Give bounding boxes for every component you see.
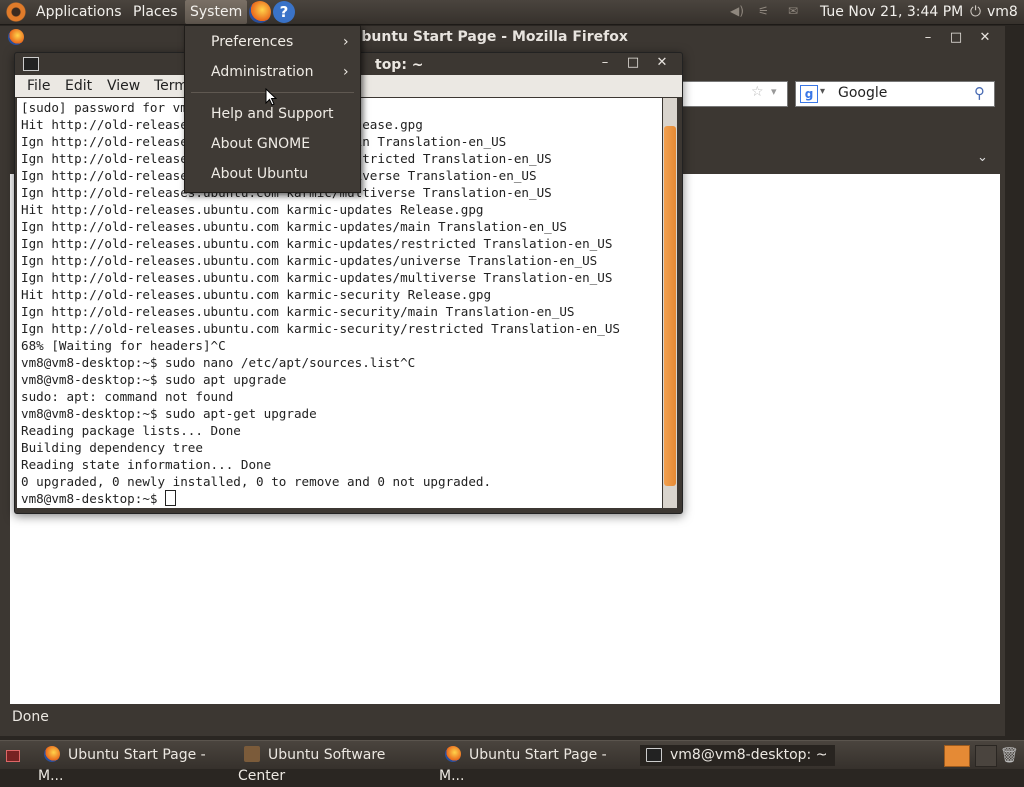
terminal-close-icon[interactable]: ✕	[652, 53, 672, 73]
terminal-line: 68% [Waiting for headers]^C	[21, 338, 226, 353]
taskbar-item-firefox-2[interactable]: Ubuntu Start Page - M...	[439, 745, 634, 784]
software-center-icon	[244, 746, 260, 762]
taskbar-item-terminal[interactable]: vm8@vm8-desktop: ~	[640, 745, 835, 766]
firefox-launcher-icon[interactable]	[249, 1, 271, 23]
terminal-line: Ign http://old-releases.ubuntu.com karmi…	[21, 236, 613, 251]
terminal-minimize-icon[interactable]: –	[595, 53, 615, 73]
terminal-maximize-icon[interactable]: □	[623, 53, 643, 73]
terminal-line: sudo: apt: command not found	[21, 389, 234, 404]
google-engine-icon[interactable]: g	[800, 85, 818, 103]
text-cursor	[165, 490, 177, 506]
bottom-panel: Ubuntu Start Page - M... Ubuntu Software…	[0, 740, 1024, 784]
menu-item-about-ubuntu[interactable]: About Ubuntu	[211, 166, 308, 182]
terminal-line: Ign http://old-releases.ubuntu.com karmi…	[21, 270, 613, 285]
help-launcher-icon[interactable]: ?	[273, 1, 295, 23]
terminal-line: Ign http://old-releases.ubuntu.com karmi…	[21, 321, 620, 336]
menu-item-about-gnome[interactable]: About GNOME	[211, 136, 310, 152]
bookmark-star-icon[interactable]: ☆	[751, 84, 764, 100]
status-text: Done	[12, 709, 49, 725]
submenu-arrow-icon: ›	[343, 64, 349, 80]
submenu-arrow-icon: ›	[343, 34, 349, 50]
terminal-line: Ign http://old-releases.ubuntu.com karmi…	[21, 253, 598, 268]
mouse-pointer-icon	[265, 88, 277, 106]
dropdown-icon[interactable]: ▾	[771, 85, 777, 98]
mail-icon[interactable]: ✉	[788, 4, 798, 18]
search-input[interactable]: Google	[838, 85, 887, 101]
close-icon[interactable]: ✕	[975, 28, 995, 48]
user-name[interactable]: vm8	[987, 0, 1018, 24]
firefox-titlebar[interactable]: Ubuntu Start Page - Mozilla Firefox – □ …	[0, 26, 1005, 50]
terminal-icon	[646, 748, 662, 762]
taskbar-label: Ubuntu Software Center	[238, 747, 386, 784]
terminal-line: Reading package lists... Done	[21, 423, 241, 438]
terminal-menu-file[interactable]: File	[27, 78, 50, 94]
show-desktop-icon[interactable]	[6, 750, 20, 762]
firefox-title: Ubuntu Start Page - Mozilla Firefox	[350, 29, 628, 45]
terminal-scroll-thumb[interactable]	[664, 126, 676, 486]
minimize-icon[interactable]: –	[918, 28, 938, 48]
engine-dropdown-icon[interactable]: ▾	[820, 86, 825, 97]
taskbar-label: Ubuntu Start Page - M...	[38, 747, 206, 784]
menu-item-administration[interactable]: Administration	[211, 64, 313, 80]
workspace-2[interactable]	[975, 745, 997, 767]
taskbar-item-firefox-1[interactable]: Ubuntu Start Page - M...	[38, 745, 233, 784]
taskbar-label: Ubuntu Start Page - M...	[439, 747, 607, 784]
terminal-scrollbar[interactable]	[663, 98, 677, 508]
menu-applications[interactable]: Applications	[36, 0, 122, 24]
terminal-prompt: vm8@vm8-desktop:~$	[21, 491, 166, 506]
terminal-line: Ign http://old-releases.ubuntu.com karmi…	[21, 304, 575, 319]
maximize-icon[interactable]: □	[946, 28, 966, 48]
terminal-prompt-line[interactable]: vm8@vm8-desktop:~$	[21, 490, 177, 507]
search-box[interactable]: g ▾ Google ⚲	[795, 81, 995, 107]
search-icon[interactable]: ⚲	[974, 84, 985, 102]
clock[interactable]: Tue Nov 21, 3:44 PM	[820, 0, 963, 24]
terminal-title: top: ~	[375, 57, 424, 73]
terminal-line: vm8@vm8-desktop:~$ sudo nano /etc/apt/so…	[21, 355, 416, 370]
menu-item-preferences[interactable]: Preferences	[211, 34, 293, 50]
network-icon[interactable]: ⚟	[758, 4, 769, 18]
terminal-menu-edit[interactable]: Edit	[65, 78, 92, 94]
terminal-line: Ign http://old-releases.ubuntu.com karmi…	[21, 219, 567, 234]
volume-icon[interactable]: ◀)	[730, 4, 744, 18]
power-icon[interactable]: ⏻	[970, 0, 981, 24]
terminal-line: Hit http://old-releases.ubuntu.com karmi…	[21, 202, 484, 217]
workspace-switcher[interactable]	[944, 745, 970, 767]
top-panel: Applications Places System ? ◀) ⚟ ✉ Tue …	[0, 0, 1024, 25]
terminal-line: Building dependency tree	[21, 440, 203, 455]
menu-places[interactable]: Places	[133, 0, 178, 24]
url-bar[interactable]: ☆ ▾	[678, 81, 788, 107]
menu-item-help[interactable]: Help and Support	[211, 106, 334, 122]
terminal-line: Reading state information... Done	[21, 457, 272, 472]
terminal-line: [sudo] password for vm8:	[21, 100, 203, 115]
menu-system[interactable]: System	[185, 0, 248, 24]
firefox-icon	[8, 29, 24, 45]
trash-icon[interactable]: 🗑	[1000, 746, 1019, 764]
terminal-line: 0 upgraded, 0 newly installed, 0 to remo…	[21, 474, 492, 489]
tab-list-icon[interactable]: ⌄	[977, 150, 988, 165]
system-menu: Preferences › Administration › Help and …	[184, 25, 361, 193]
terminal-line: Hit http://old-releases.ubuntu.com karmi…	[21, 287, 492, 302]
firefox-icon	[44, 746, 60, 762]
terminal-line: vm8@vm8-desktop:~$ sudo apt-get upgrade	[21, 406, 317, 421]
taskbar-label: vm8@vm8-desktop: ~	[670, 747, 828, 763]
terminal-menu-view[interactable]: View	[107, 78, 140, 94]
firefox-icon	[445, 746, 461, 762]
taskbar-item-software-center[interactable]: Ubuntu Software Center	[238, 745, 433, 784]
terminal-icon	[23, 57, 39, 71]
terminal-line: vm8@vm8-desktop:~$ sudo apt upgrade	[21, 372, 287, 387]
ubuntu-logo-icon[interactable]	[6, 2, 26, 22]
